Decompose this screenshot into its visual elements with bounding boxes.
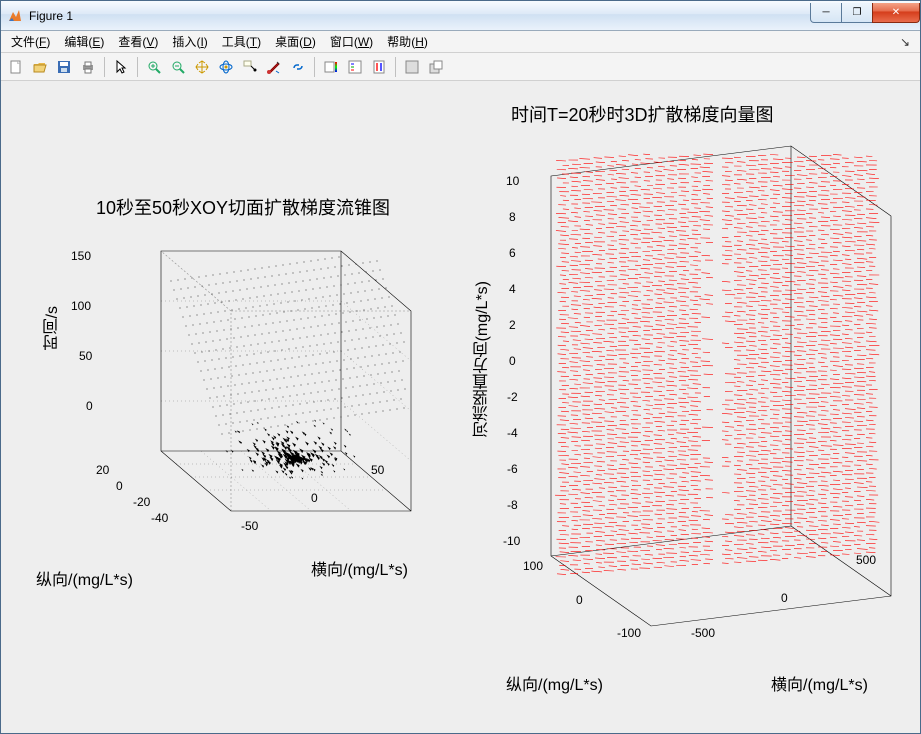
tick: -100 — [617, 626, 641, 640]
tick: 50 — [371, 463, 384, 477]
zlabel-right: 河流竖直方向(mg/L*s) — [471, 281, 495, 437]
cone-plot — [91, 221, 431, 561]
dock-indicator-icon[interactable]: ↘ — [894, 33, 916, 51]
close-button[interactable]: ✕ — [872, 3, 920, 23]
tick: 50 — [79, 349, 92, 363]
tick: 8 — [509, 210, 516, 224]
figure-window: Figure 1 ─ ❐ ✕ 文件(F) 编辑(E) 查看(V) 插入(I) 工… — [0, 0, 921, 734]
open-file-icon[interactable] — [29, 56, 51, 78]
toolbar-separator — [314, 57, 315, 77]
colorbar-icon[interactable] — [368, 56, 390, 78]
tick: 10 — [506, 174, 519, 188]
brush-icon[interactable] — [263, 56, 285, 78]
tick: 2 — [509, 318, 516, 332]
tick: -500 — [691, 626, 715, 640]
ylabel-left: 纵向/(mg/L*s) — [36, 566, 133, 590]
menu-desktop[interactable]: 桌面(D) — [269, 31, 322, 52]
chart-title-right: 时间T=20秒时3D扩散梯度向量图 — [511, 101, 774, 127]
dock-icon[interactable] — [401, 56, 423, 78]
menu-view[interactable]: 查看(V) — [112, 31, 164, 52]
tick: 0 — [576, 593, 583, 607]
tick: -8 — [507, 498, 518, 512]
matlab-icon — [7, 8, 23, 24]
minimize-button[interactable]: ─ — [810, 3, 842, 23]
tick: 0 — [311, 491, 318, 505]
tick: 4 — [509, 282, 516, 296]
tick: 6 — [509, 246, 516, 260]
chart-title-left: 10秒至50秒XOY切面扩散梯度流锥图 — [96, 194, 390, 220]
zlabel-left: 时间/s — [41, 306, 65, 350]
zoom-in-icon[interactable] — [143, 56, 165, 78]
data-cursor-icon[interactable] — [239, 56, 261, 78]
toolbar — [1, 53, 920, 81]
zoom-out-icon[interactable] — [167, 56, 189, 78]
save-file-icon[interactable] — [53, 56, 75, 78]
tick: -6 — [507, 462, 518, 476]
tick: -50 — [241, 519, 258, 533]
insert-colorbar-icon[interactable] — [320, 56, 342, 78]
print-icon[interactable] — [77, 56, 99, 78]
menu-edit[interactable]: 编辑(E) — [58, 31, 110, 52]
tick: 0 — [781, 591, 788, 605]
axes-right[interactable] — [511, 136, 906, 656]
maximize-button[interactable]: ❐ — [841, 3, 873, 23]
menu-tools[interactable]: 工具(T) — [216, 31, 267, 52]
tick: 500 — [856, 553, 876, 567]
rotate3d-icon[interactable] — [215, 56, 237, 78]
link-icon[interactable] — [287, 56, 309, 78]
figure-canvas[interactable]: 10秒至50秒XOY切面扩散梯度流锥图 — [1, 81, 920, 733]
window-controls: ─ ❐ ✕ — [811, 3, 920, 23]
tick: 0 — [509, 354, 516, 368]
tick: -2 — [507, 390, 518, 404]
new-file-icon[interactable] — [5, 56, 27, 78]
quiver-plot — [511, 136, 906, 656]
tick: 0 — [86, 399, 93, 413]
menubar: 文件(F) 编辑(E) 查看(V) 插入(I) 工具(T) 桌面(D) 窗口(W… — [1, 31, 920, 53]
toolbar-separator — [395, 57, 396, 77]
ylabel-right: 纵向/(mg/L*s) — [506, 671, 603, 695]
tick: -40 — [151, 511, 168, 525]
window-title: Figure 1 — [29, 9, 811, 23]
tick: 20 — [96, 463, 109, 477]
xlabel-right: 横向/(mg/L*s) — [771, 671, 868, 695]
tick: -4 — [507, 426, 518, 440]
pan-icon[interactable] — [191, 56, 213, 78]
menu-insert[interactable]: 插入(I) — [166, 31, 213, 52]
insert-legend-icon[interactable] — [344, 56, 366, 78]
tick: 150 — [71, 249, 91, 263]
toolbar-separator — [104, 57, 105, 77]
tick: 0 — [116, 479, 123, 493]
menu-file[interactable]: 文件(F) — [5, 31, 56, 52]
tick: -10 — [503, 534, 520, 548]
menu-help[interactable]: 帮助(H) — [381, 31, 434, 52]
axes-left[interactable] — [91, 221, 431, 561]
xlabel-left: 横向/(mg/L*s) — [311, 556, 408, 580]
titlebar[interactable]: Figure 1 ─ ❐ ✕ — [1, 1, 920, 31]
tick: -20 — [133, 495, 150, 509]
pointer-icon[interactable] — [110, 56, 132, 78]
tick: 100 — [523, 559, 543, 573]
menu-window[interactable]: 窗口(W) — [324, 31, 379, 52]
undock-icon[interactable] — [425, 56, 447, 78]
tick: 100 — [71, 299, 91, 313]
toolbar-separator — [137, 57, 138, 77]
